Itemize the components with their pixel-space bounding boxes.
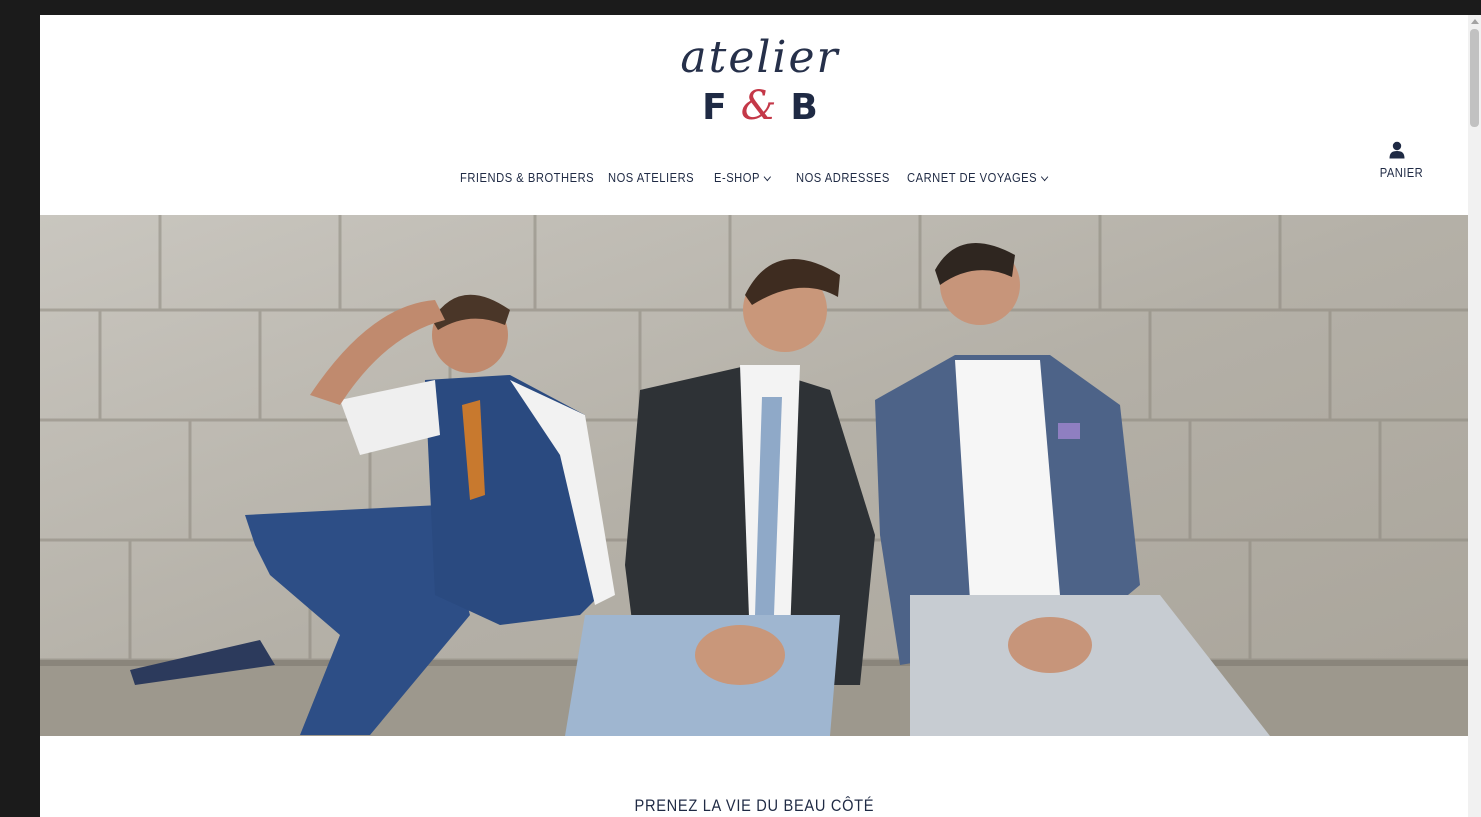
nav-e-shop[interactable]: E-SHOP (714, 167, 785, 189)
hero-photo (40, 215, 1468, 736)
user-icon (1389, 141, 1405, 159)
tagline-text: PRENEZ LA VIE DU BEAU CÔTÉ (634, 796, 874, 815)
brand-logo[interactable]: atelier F & B (660, 33, 860, 148)
logo-letter-b: B (790, 87, 818, 128)
hero-image (40, 215, 1468, 736)
logo-ampersand: & (740, 83, 777, 129)
cart-account-link[interactable]: PANIER (1377, 141, 1424, 191)
nav-carnet-de-voyages[interactable]: CARNET DE VOYAGES (907, 167, 1049, 189)
nav-label: CARNET DE VOYAGES (907, 170, 1038, 185)
nav-nos-ateliers[interactable]: NOS ATELIERS (608, 167, 699, 189)
logo-letters: F & B (660, 85, 860, 129)
nav-label: FRIENDS & BROTHERS (460, 170, 595, 185)
cart-label: PANIER (1379, 165, 1424, 180)
main-nav: FRIENDS & BROTHERS NOS ATELIERS E-SHOP N… (460, 167, 1067, 189)
page: atelier F & B FRIENDS & BROTHERS NOS ATELI… (40, 15, 1468, 817)
chevron-down-icon (764, 172, 772, 182)
nav-label: E-SHOP (714, 170, 760, 185)
logo-script-text: atelier (680, 32, 840, 83)
nav-label: NOS ADRESSES (796, 170, 890, 185)
tagline-heading: PRENEZ LA VIE DU BEAU CÔTÉ (40, 796, 1468, 816)
logo-letter-f: F (702, 87, 727, 128)
nav-friends-brothers[interactable]: FRIENDS & BROTHERS (460, 167, 594, 189)
vertical-scrollbar[interactable] (1468, 15, 1481, 817)
nav-label: NOS ATELIERS (608, 170, 695, 185)
scroll-thumb[interactable] (1470, 29, 1479, 127)
chevron-down-icon (1041, 172, 1049, 182)
nav-nos-adresses[interactable]: NOS ADRESSES (796, 167, 891, 189)
scroll-up-arrow-icon[interactable] (1471, 19, 1479, 24)
